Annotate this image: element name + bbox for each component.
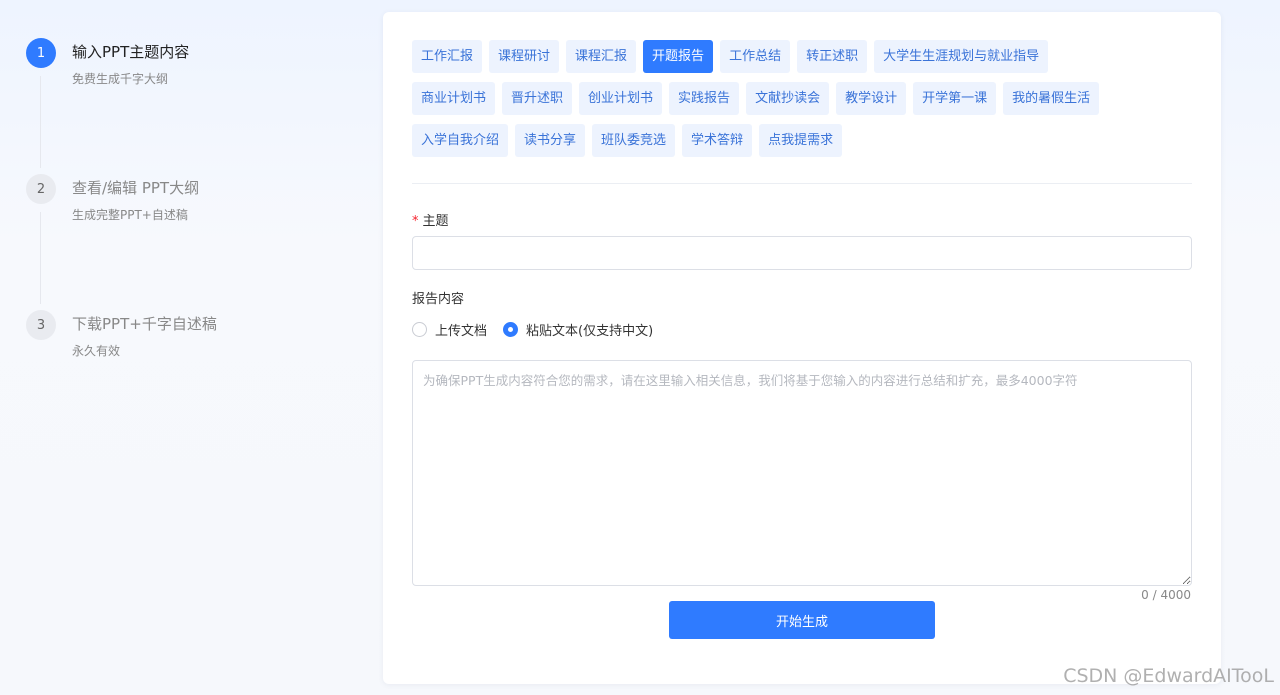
step-subtitle: 免费生成千字大纲 bbox=[72, 72, 169, 86]
radio-label: 上传文档 bbox=[435, 324, 488, 339]
steps-sidebar: 1 输入PPT主题内容 免费生成千字大纲 2 查看/编辑 PPT大纲 生成完整P… bbox=[26, 38, 346, 446]
watermark: CSDN @EdwardAITooL bbox=[1063, 665, 1274, 687]
topic-label-text: 主题 bbox=[422, 214, 449, 229]
divider bbox=[412, 183, 1192, 184]
step-3: 3 下载PPT+千字自述稿 永久有效 bbox=[26, 310, 346, 446]
step-connector bbox=[40, 76, 41, 168]
content-label: 报告内容 bbox=[412, 292, 465, 307]
step-1: 1 输入PPT主题内容 免费生成千字大纲 bbox=[26, 38, 346, 174]
template-tag[interactable]: 晋升述职 bbox=[502, 82, 573, 115]
step-number: 1 bbox=[26, 38, 56, 68]
template-tag[interactable]: 商业计划书 bbox=[412, 82, 496, 115]
template-tag[interactable]: 创业计划书 bbox=[579, 82, 663, 115]
template-tag[interactable]: 转正述职 bbox=[797, 40, 868, 73]
topic-input[interactable] bbox=[412, 236, 1192, 270]
template-tag[interactable]: 班队委竞选 bbox=[592, 124, 676, 157]
template-tag[interactable]: 工作汇报 bbox=[412, 40, 483, 73]
content-textarea[interactable] bbox=[412, 360, 1192, 586]
step-connector bbox=[40, 212, 41, 304]
template-tag[interactable]: 学术答辩 bbox=[682, 124, 753, 157]
start-generate-button[interactable]: 开始生成 bbox=[669, 601, 935, 639]
step-title: 查看/编辑 PPT大纲 bbox=[72, 179, 200, 197]
template-tag[interactable]: 工作总结 bbox=[720, 40, 791, 73]
template-tag[interactable]: 入学自我介绍 bbox=[412, 124, 509, 157]
radio-circle-checked-icon bbox=[503, 322, 519, 337]
step-subtitle: 永久有效 bbox=[72, 344, 121, 358]
radio-circle-icon bbox=[412, 322, 427, 337]
template-tag-selected[interactable]: 开题报告 bbox=[643, 40, 714, 73]
page: 1 输入PPT主题内容 免费生成千字大纲 2 查看/编辑 PPT大纲 生成完整P… bbox=[0, 0, 1280, 695]
character-counter: 0 / 4000 bbox=[1141, 588, 1191, 602]
template-tag[interactable]: 文献抄读会 bbox=[746, 82, 830, 115]
template-tag[interactable]: 课程研讨 bbox=[489, 40, 560, 73]
required-mark: * bbox=[412, 214, 419, 229]
step-number: 3 bbox=[26, 310, 56, 340]
radio-label: 粘贴文本(仅支持中文) bbox=[526, 324, 654, 339]
step-number: 2 bbox=[26, 174, 56, 204]
template-tag[interactable]: 教学设计 bbox=[836, 82, 907, 115]
step-subtitle: 生成完整PPT+自述稿 bbox=[72, 208, 188, 222]
template-tag[interactable]: 读书分享 bbox=[515, 124, 586, 157]
template-tag[interactable]: 开学第一课 bbox=[913, 82, 997, 115]
form-card: 工作汇报 课程研讨 课程汇报 开题报告 工作总结 转正述职 大学生生涯规划与就业指导商业计划… bbox=[383, 12, 1221, 684]
radio-upload-document[interactable]: 上传文档 bbox=[412, 320, 487, 339]
content-source-radio-group: 上传文档 粘贴文本(仅支持中文) bbox=[412, 320, 669, 339]
step-2: 2 查看/编辑 PPT大纲 生成完整PPT+自述稿 bbox=[26, 174, 346, 310]
topic-label: * 主题 bbox=[412, 210, 449, 229]
template-tag-list: 工作汇报 课程研讨 课程汇报 开题报告 工作总结 转正述职 大学生生涯规划与就业指导商业计划… bbox=[412, 40, 1202, 166]
template-tag[interactable]: 课程汇报 bbox=[566, 40, 637, 73]
template-tag[interactable]: 大学生生涯规划与就业指导 bbox=[874, 40, 1049, 73]
step-title: 下载PPT+千字自述稿 bbox=[72, 315, 217, 333]
request-tag[interactable]: 点我提需求 bbox=[759, 124, 843, 157]
template-tag[interactable]: 我的暑假生活 bbox=[1003, 82, 1100, 115]
template-tag[interactable]: 实践报告 bbox=[669, 82, 740, 115]
step-title: 输入PPT主题内容 bbox=[72, 43, 190, 61]
radio-paste-text[interactable]: 粘贴文本(仅支持中文) bbox=[503, 320, 653, 339]
